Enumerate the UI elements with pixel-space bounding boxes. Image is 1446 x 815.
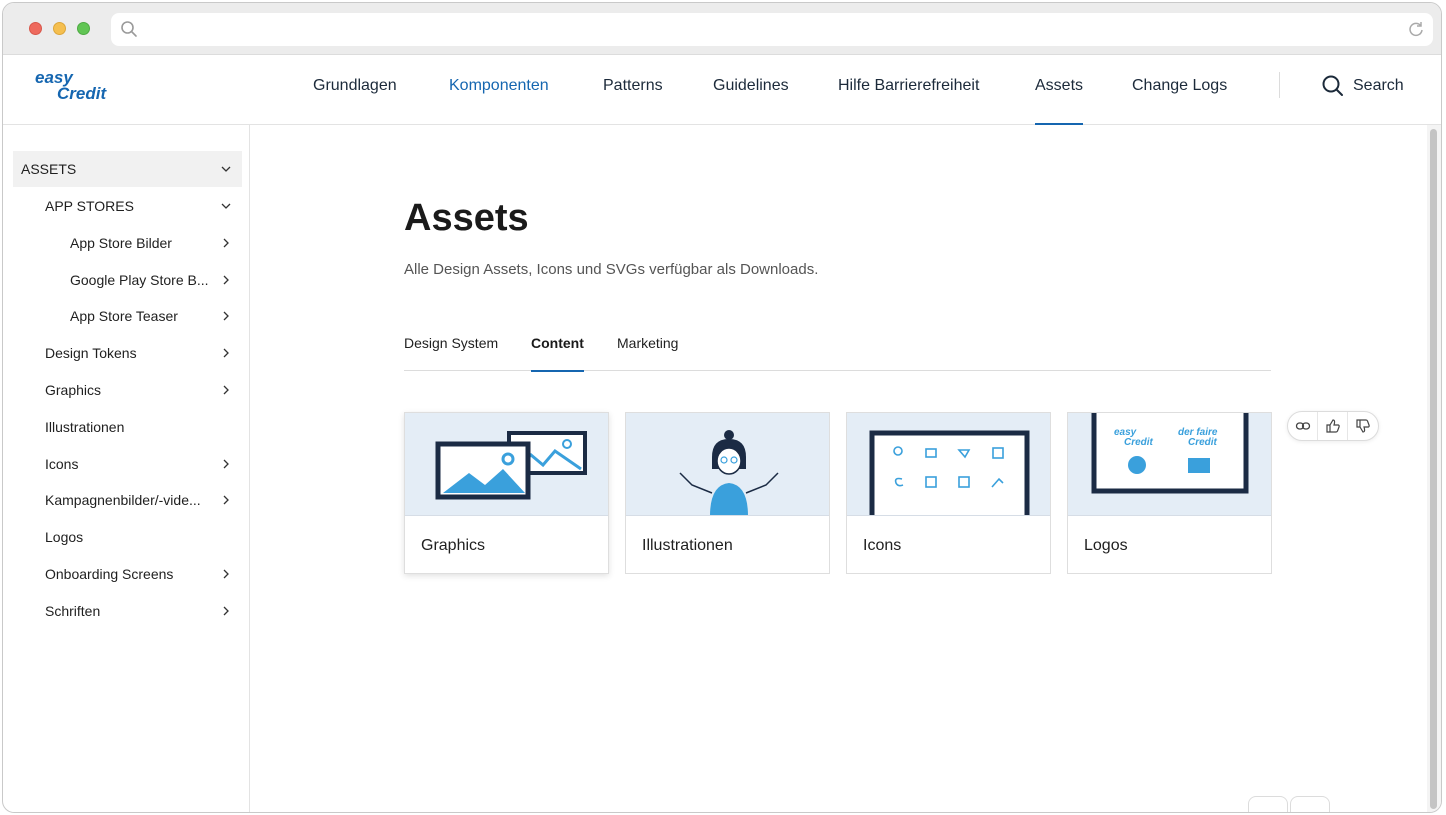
sidebar-item-assets[interactable]: ASSETS [13,151,242,187]
browser-toolbar [3,3,1441,55]
tab-content[interactable]: Content [531,335,584,372]
sidebar: ASSETS APP STORES App Store Bilder Googl… [9,125,250,812]
chevron-right-icon [223,459,229,469]
top-navigation: easy Credit Grundlagen Komponenten Patte… [3,55,1441,125]
sidebar-item-app-store-teaser[interactable]: App Store Teaser [13,298,242,334]
sidebar-item-icons[interactable]: Icons [13,446,242,482]
sidebar-item-label: Kampagnenbilder/-vide... [45,492,201,508]
thumbs-down-button[interactable] [1348,412,1378,440]
reload-icon[interactable] [1407,20,1425,43]
address-bar[interactable] [111,13,1433,46]
sidebar-item-logos[interactable]: Logos [13,519,242,555]
icons-thumbnail [847,413,1050,516]
easycredit-logo[interactable]: easy Credit [33,67,123,103]
card-label: Icons [863,537,902,554]
sidebar-item-label: Illustrationen [45,419,125,435]
search-icon [1321,74,1345,98]
chevron-right-icon [223,495,229,505]
sidebar-item-label: App Store Bilder [70,235,172,251]
sidebar-item-label: APP STORES [45,198,134,214]
card-icons[interactable]: Icons [846,412,1051,574]
sidebar-item-illustrationen[interactable]: Illustrationen [13,409,242,445]
card-illustrationen[interactable]: Illustrationen [625,412,830,574]
tab-bar: Design System Content Marketing [404,323,1271,372]
sidebar-item-schriften[interactable]: Schriften [13,593,242,629]
logos-thumbnail: easy Credit der faire Credit [1068,413,1271,516]
card-logos[interactable]: easy Credit der faire Credit Logos [1067,412,1272,574]
sidebar-item-label: App Store Teaser [70,308,178,324]
search-button[interactable]: Search [1321,73,1404,99]
search-icon [120,20,138,43]
minimize-window-button[interactable] [53,22,66,35]
card-label: Illustrationen [642,537,733,554]
sidebar-item-label: Google Play Store B... [70,272,209,288]
thumbs-down-icon [1355,418,1371,434]
page-title: Assets [404,197,529,239]
graphics-thumbnail [405,413,608,516]
sidebar-item-graphics[interactable]: Graphics [13,372,242,408]
sidebar-item-label: Graphics [45,382,102,398]
nav-patterns[interactable]: Patterns [603,55,663,124]
logo-text: Credit [1124,437,1154,448]
thumbs-up-icon [1325,418,1341,434]
page-subtitle: Alle Design Assets, Icons und SVGs verfü… [404,261,819,278]
chevron-right-icon [223,311,229,321]
thumbs-up-button[interactable] [1318,412,1348,440]
tab-marketing[interactable]: Marketing [617,335,678,371]
logo-text: Credit [1188,437,1218,448]
sidebar-item-label: Onboarding Screens [45,566,174,582]
nav-change-logs[interactable]: Change Logs [1132,55,1227,124]
sidebar-item-label: Logos [45,529,84,545]
tab-design-system[interactable]: Design System [404,335,498,371]
card-label: Graphics [421,537,486,554]
maximize-window-button[interactable] [77,22,90,35]
sidebar-item-google-play-store[interactable]: Google Play Store B... [13,262,242,298]
logo-text-credit: Credit [57,84,107,101]
browser-window: easy Credit Grundlagen Komponenten Patte… [2,2,1442,813]
copy-link-button[interactable] [1288,412,1318,440]
search-label: Search [1353,77,1404,94]
nav-assets[interactable]: Assets [1035,55,1084,125]
chevron-right-icon [223,385,229,395]
page-scrollbar[interactable] [1427,125,1441,812]
main-content: Assets Alle Design Assets, Icons und SVG… [251,125,1426,812]
chevron-right-icon [223,238,229,248]
sidebar-item-label: Design Tokens [45,345,137,361]
sidebar-item-app-stores[interactable]: APP STORES [13,188,242,224]
chevron-down-icon [221,166,231,172]
sidebar-item-label: ASSETS [21,161,77,177]
sidebar-item-onboarding-screens[interactable]: Onboarding Screens [13,556,242,592]
nav-grundlagen[interactable]: Grundlagen [313,55,397,124]
card-graphics[interactable]: Graphics [404,412,609,574]
illustration-thumbnail [626,413,829,516]
link-icon [1295,418,1311,434]
floating-action-button[interactable] [1248,796,1288,812]
chevron-right-icon [223,569,229,579]
floating-action-button[interactable] [1290,796,1330,812]
nav-komponenten[interactable]: Komponenten [449,55,549,124]
feedback-toolbar [1287,411,1379,441]
chevron-right-icon [223,606,229,616]
chevron-right-icon [223,348,229,358]
chevron-down-icon [221,203,231,209]
card-label: Logos [1084,537,1128,554]
nav-hilfe-barrierefreiheit[interactable]: Hilfe Barrierefreiheit [838,55,979,124]
sidebar-item-app-store-bilder[interactable]: App Store Bilder [13,225,242,261]
sidebar-item-label: Schriften [45,603,101,619]
sidebar-item-label: Icons [45,456,79,472]
sidebar-item-design-tokens[interactable]: Design Tokens [13,335,242,371]
close-window-button[interactable] [29,22,42,35]
nav-guidelines[interactable]: Guidelines [713,55,789,124]
sidebar-item-kampagnenbilder[interactable]: Kampagnenbilder/-vide... [13,482,242,518]
scrollbar-thumb[interactable] [1430,129,1437,809]
chevron-right-icon [223,275,229,285]
nav-divider [1279,72,1280,98]
